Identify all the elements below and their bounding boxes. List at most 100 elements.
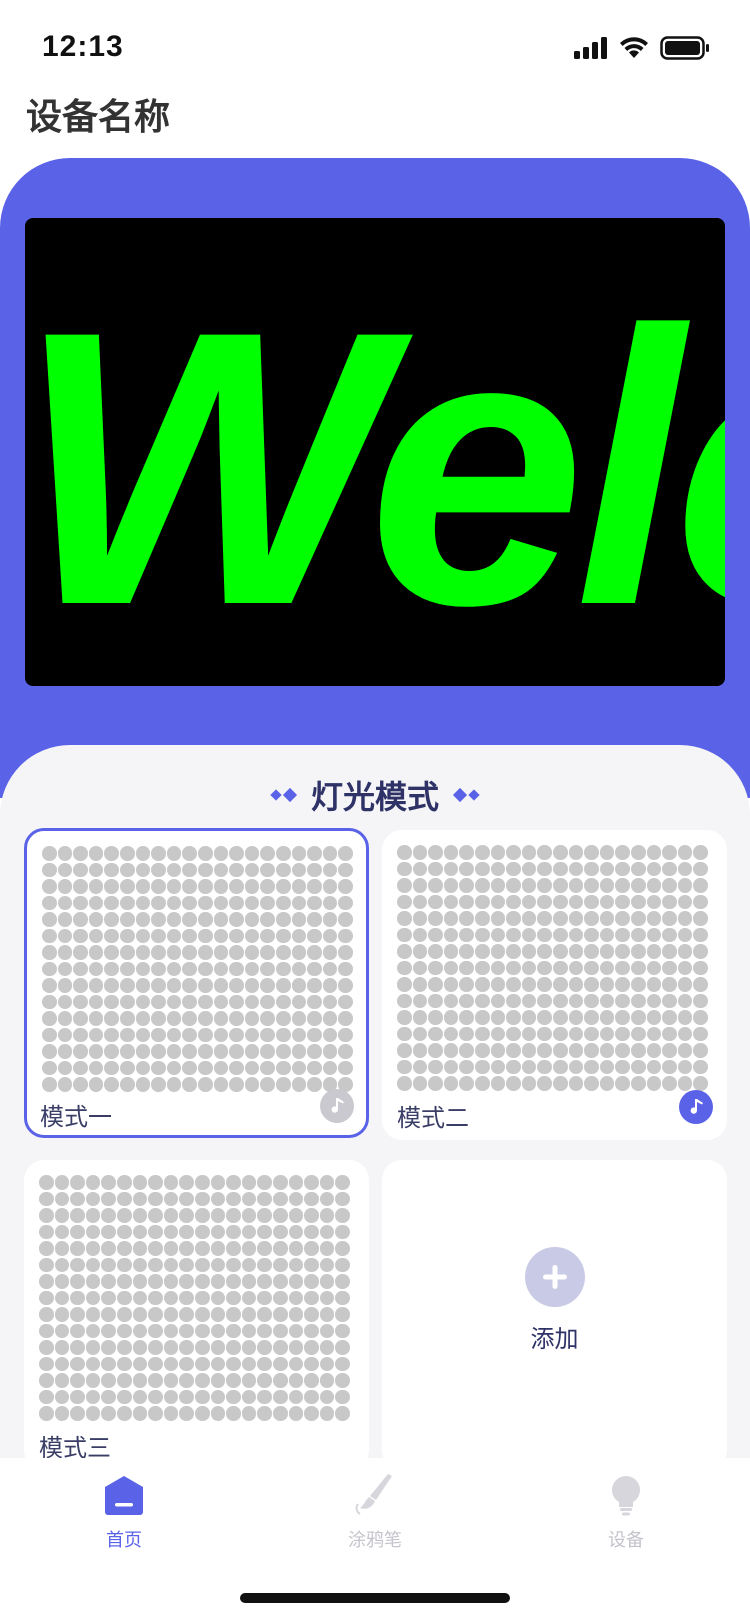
led-dot — [226, 1224, 241, 1240]
led-dot — [506, 944, 521, 959]
led-dot — [459, 960, 474, 976]
led-dot — [630, 845, 646, 860]
led-dot — [57, 1011, 73, 1026]
led-dot — [288, 1274, 304, 1289]
led-dot — [428, 1076, 443, 1091]
led-dot — [166, 1027, 182, 1043]
led-dot — [213, 928, 229, 944]
led-dot — [151, 1027, 166, 1043]
led-dot — [148, 1175, 163, 1190]
led-dot — [116, 1307, 132, 1322]
led-dot — [104, 1027, 119, 1043]
tab-device[interactable]: 设备 — [566, 1474, 686, 1552]
mode-card-2[interactable]: 模式二 — [382, 830, 727, 1140]
led-dot — [39, 1406, 54, 1421]
led-dot — [397, 861, 412, 877]
led-dot — [304, 1373, 319, 1388]
led-dot — [85, 1373, 101, 1388]
led-dot — [304, 1356, 319, 1372]
led-dot — [646, 1059, 662, 1075]
led-dot — [163, 1373, 179, 1388]
led-dot — [506, 845, 521, 860]
led-dot — [257, 1290, 272, 1306]
led-dot — [443, 944, 459, 959]
led-dot — [630, 1043, 646, 1058]
led-dot — [151, 895, 166, 911]
led-dot — [166, 862, 182, 878]
led-dot — [304, 1406, 319, 1421]
led-dot — [135, 846, 151, 861]
add-mode-button[interactable]: 添加 — [382, 1160, 727, 1470]
led-dot — [662, 944, 677, 959]
led-dot — [552, 1043, 568, 1058]
led-dot — [412, 894, 428, 910]
led-dot — [288, 1406, 304, 1421]
led-dot — [257, 1274, 272, 1289]
led-dot — [132, 1389, 148, 1405]
led-dot — [73, 994, 88, 1010]
led-dot — [338, 912, 353, 927]
led-dot — [182, 1027, 197, 1043]
led-dot — [428, 911, 443, 926]
led-dot — [521, 911, 537, 926]
led-dot — [116, 1406, 132, 1421]
led-dot — [646, 977, 662, 992]
mode-card-3[interactable]: 模式三 — [24, 1160, 369, 1470]
home-indicator[interactable] — [240, 1593, 510, 1603]
led-dot — [272, 1274, 288, 1289]
led-dot — [194, 1307, 210, 1322]
led-dot — [521, 1043, 537, 1058]
led-dot — [428, 1059, 443, 1075]
led-dot — [132, 1241, 148, 1256]
led-dot — [88, 1044, 104, 1059]
led-dot — [428, 1043, 443, 1058]
led-dot — [275, 978, 291, 993]
led-dot — [244, 1060, 260, 1076]
led-dot — [182, 1011, 197, 1026]
led-dot — [428, 878, 443, 893]
led-dot — [132, 1373, 148, 1388]
tab-brush[interactable]: 涂鸦笔 — [315, 1474, 435, 1552]
led-dot — [443, 977, 459, 992]
led-dot — [288, 1257, 304, 1273]
led-dot — [490, 1076, 506, 1091]
led-dot — [226, 1208, 241, 1223]
led-dot — [166, 928, 182, 944]
led-dot — [257, 1340, 272, 1355]
led-dot — [197, 1060, 213, 1076]
led-dot — [630, 1026, 646, 1042]
led-dot — [226, 1274, 241, 1289]
led-dot — [322, 912, 338, 927]
led-dot — [662, 878, 677, 893]
led-dot — [54, 1373, 70, 1388]
led-dot — [552, 911, 568, 926]
led-dot — [229, 1060, 244, 1076]
led-dot — [662, 911, 677, 926]
led-dot — [335, 1274, 350, 1289]
led-dot — [260, 862, 275, 878]
tab-home[interactable]: 首页 — [64, 1474, 184, 1552]
led-dot — [474, 1043, 490, 1058]
led-dot — [428, 861, 443, 877]
led-dot — [182, 994, 197, 1010]
led-dot — [257, 1208, 272, 1223]
mode-card-1[interactable]: 模式一 — [24, 828, 369, 1138]
led-dot — [194, 1356, 210, 1372]
led-dot — [244, 1044, 260, 1059]
led-dot — [307, 846, 322, 861]
music-toggle-button[interactable] — [679, 1090, 713, 1124]
led-dot — [335, 1241, 350, 1256]
led-dot — [229, 978, 244, 993]
led-dot — [229, 945, 244, 960]
led-dot — [42, 945, 57, 960]
led-dot — [57, 994, 73, 1010]
led-dot — [304, 1389, 319, 1405]
led-dot — [151, 994, 166, 1010]
led-dot — [257, 1307, 272, 1322]
led-preview[interactable]: Welc — [25, 218, 725, 686]
led-dot — [197, 961, 213, 977]
led-dot — [163, 1208, 179, 1223]
led-dot — [443, 1026, 459, 1042]
led-dot — [397, 845, 412, 860]
music-toggle-button[interactable] — [320, 1089, 354, 1123]
